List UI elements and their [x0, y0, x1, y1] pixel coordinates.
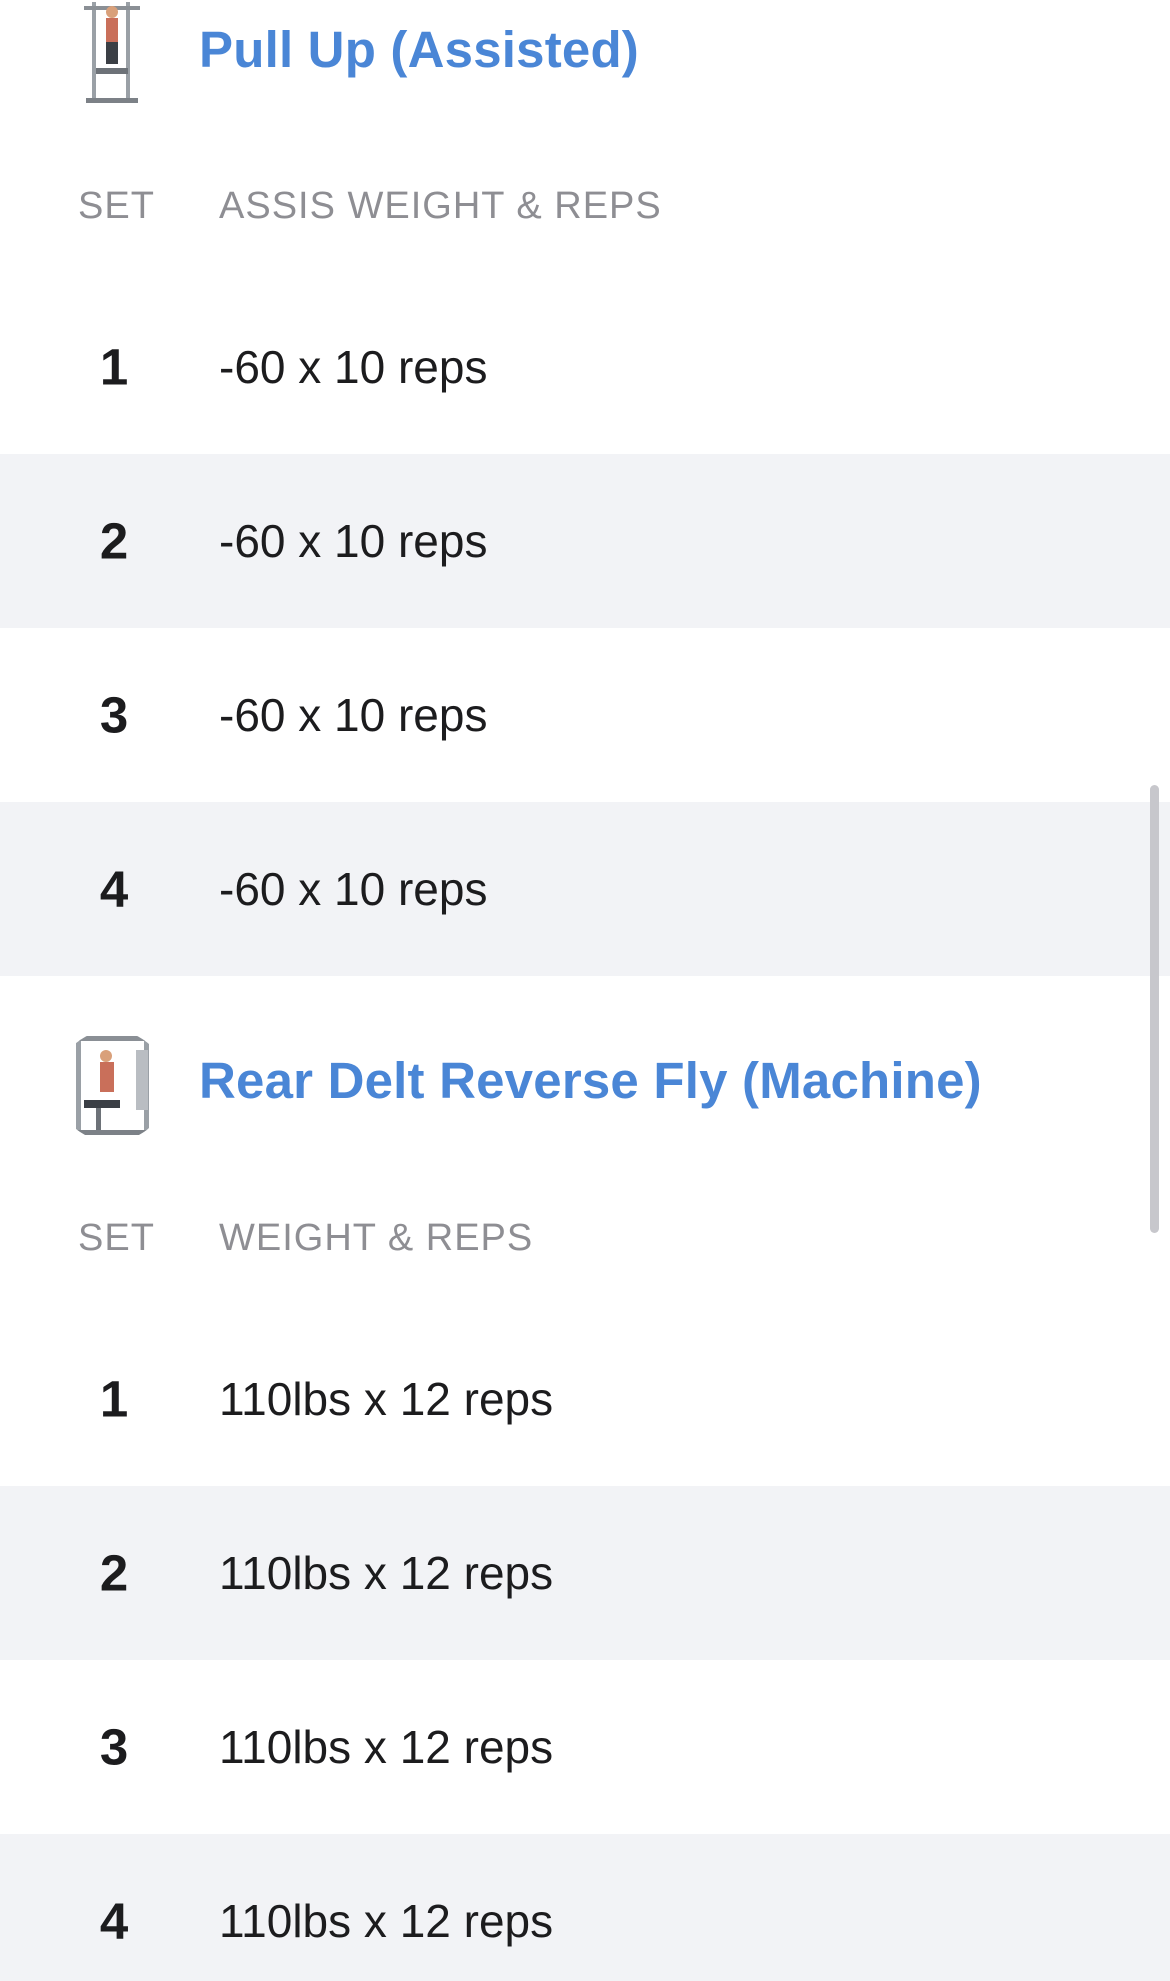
weight-reps-column-header: WEIGHT & REPS — [219, 1217, 534, 1259]
exercise-thumbnail[interactable] — [56, 1030, 168, 1142]
set-number: 2 — [99, 512, 129, 570]
set-row[interactable]: 1 110lbs x 12 reps — [0, 1312, 1170, 1486]
rear-delt-machine-icon — [70, 1036, 154, 1135]
set-row[interactable]: 3 -60 x 10 reps — [0, 628, 1170, 802]
exercise-title[interactable]: Rear Delt Reverse Fly (Machine) — [199, 1051, 982, 1110]
set-row[interactable]: 4 110lbs x 12 reps — [0, 1834, 1170, 1981]
set-row[interactable]: 3 110lbs x 12 reps — [0, 1660, 1170, 1834]
set-number: 3 — [99, 1718, 129, 1776]
set-number: 1 — [99, 338, 129, 396]
set-weight-reps: -60 x 10 reps — [219, 341, 488, 393]
set-number: 1 — [99, 1370, 129, 1428]
set-row[interactable]: 1 -60 x 10 reps — [0, 280, 1170, 454]
set-number: 2 — [99, 1544, 129, 1602]
set-row[interactable]: 2 -60 x 10 reps — [0, 454, 1170, 628]
exercise-thumbnail[interactable] — [56, 0, 168, 110]
set-weight-reps: -60 x 10 reps — [219, 689, 488, 741]
set-number: 4 — [99, 1892, 129, 1950]
set-number: 4 — [99, 860, 129, 918]
set-column-header: SET — [78, 185, 155, 227]
set-weight-reps: 110lbs x 12 reps — [219, 1373, 554, 1425]
set-column-header: SET — [78, 1217, 155, 1259]
set-weight-reps: 110lbs x 12 reps — [219, 1547, 554, 1599]
set-weight-reps: 110lbs x 12 reps — [219, 1721, 554, 1773]
set-number: 3 — [99, 686, 129, 744]
set-row[interactable]: 2 110lbs x 12 reps — [0, 1486, 1170, 1660]
pull-up-machine-icon — [84, 2, 140, 103]
weight-reps-column-header: ASSIS WEIGHT & REPS — [219, 185, 662, 227]
set-weight-reps: 110lbs x 12 reps — [219, 1895, 554, 1947]
set-weight-reps: -60 x 10 reps — [219, 863, 488, 915]
set-row[interactable]: 4 -60 x 10 reps — [0, 802, 1170, 976]
set-weight-reps: -60 x 10 reps — [219, 515, 488, 567]
vertical-scrollbar[interactable] — [1150, 785, 1159, 1233]
exercise-title[interactable]: Pull Up (Assisted) — [199, 20, 639, 79]
